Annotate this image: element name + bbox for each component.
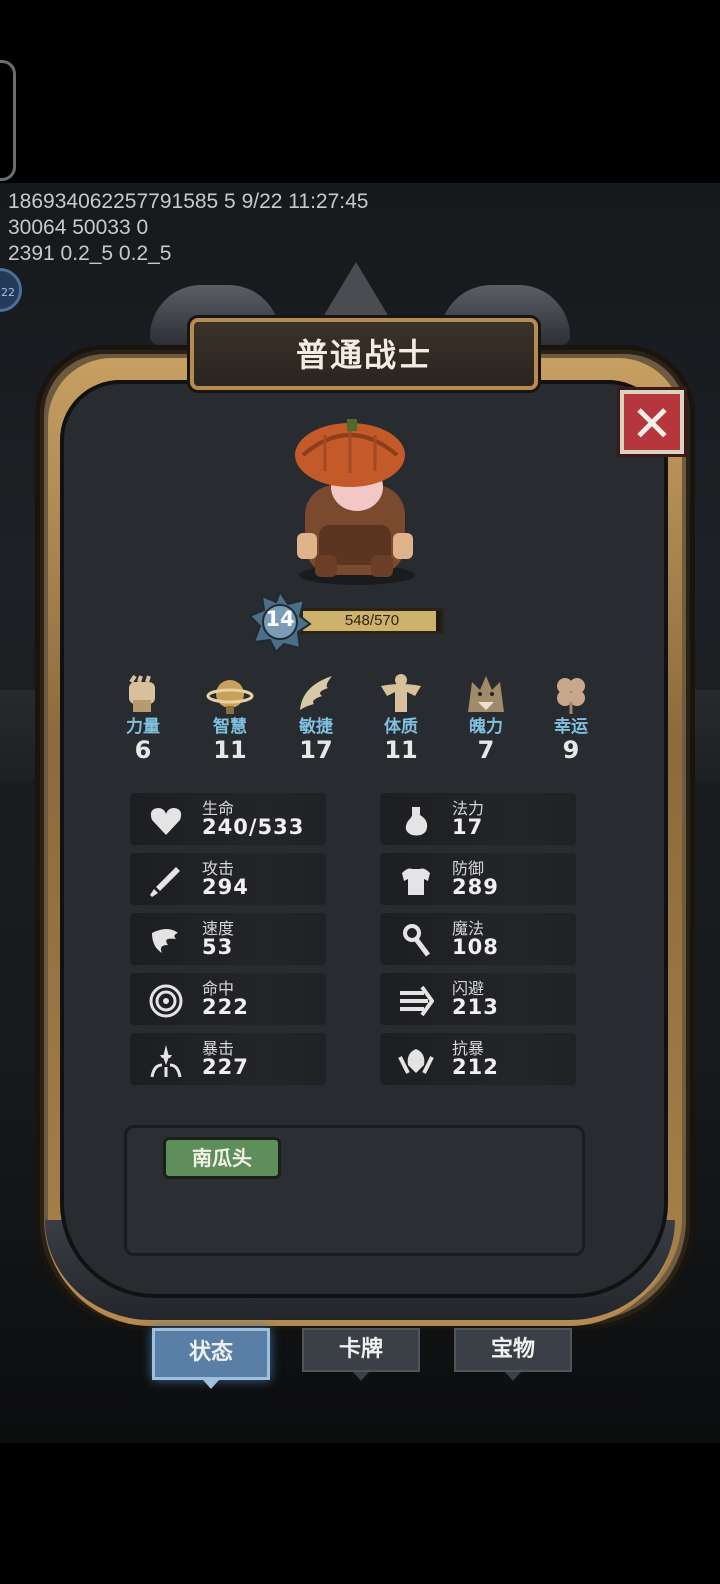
dialog-title: 普通战士	[295, 336, 432, 374]
clover-icon	[557, 678, 585, 714]
tab-status-notch	[203, 1380, 219, 1389]
tab-treasures-notch	[505, 1372, 521, 1381]
shield-icon	[398, 1049, 434, 1074]
attr-label: 力量	[126, 717, 160, 737]
dodge-icon	[400, 985, 434, 1017]
stat-value: 289	[452, 875, 499, 899]
debug-line-3: 2391 0.2_5 0.2_5	[8, 242, 172, 265]
stat-speed: 速度 53	[130, 913, 326, 965]
stat-value: 222	[202, 995, 249, 1019]
attr-value: 9	[562, 736, 580, 764]
crit-icon	[150, 1045, 182, 1078]
fist-icon	[129, 674, 155, 712]
wolf-icon	[468, 676, 504, 712]
attr-courage[interactable]: 魄力 7	[451, 672, 521, 763]
staff-icon	[403, 924, 430, 957]
armor-icon	[402, 868, 430, 895]
stat-magic: 魔法 108	[380, 913, 576, 965]
level-xp: 548/570 14	[248, 590, 453, 654]
stat-value: 53	[202, 935, 234, 959]
attr-label: 体质	[384, 717, 418, 737]
wind-icon	[152, 929, 178, 953]
stat-defense: 防御 289	[380, 853, 576, 905]
attr-label: 智慧	[213, 717, 247, 737]
potion-icon	[405, 807, 428, 836]
attr-value: 11	[213, 736, 247, 764]
close-button[interactable]: ✕	[620, 390, 684, 454]
stat-crit-resist: 抗暴 212	[380, 1033, 576, 1085]
stat-value: 227	[202, 1055, 249, 1079]
stat-value: 17	[452, 815, 484, 839]
attr-label: 幸运	[554, 717, 588, 737]
attr-constitution[interactable]: 体质 11	[366, 672, 436, 763]
attr-agility[interactable]: 敏捷 17	[281, 672, 351, 763]
trait-tag-pumpkin-head[interactable]: 南瓜头	[163, 1137, 281, 1179]
tab-cards-notch	[353, 1372, 369, 1381]
attr-wisdom[interactable]: 智慧 11	[195, 672, 265, 763]
stat-attack: 攻击 294	[130, 853, 326, 905]
stat-value: 294	[202, 875, 249, 899]
attr-value: 6	[134, 736, 152, 764]
top-pill-shape	[0, 60, 16, 181]
attr-luck[interactable]: 幸运 9	[536, 672, 606, 763]
stat-value: 212	[452, 1055, 499, 1079]
tab-status[interactable]: 状态	[152, 1328, 270, 1380]
title-banner: 普通战士	[190, 318, 538, 390]
stat-value: 240/533	[202, 815, 305, 839]
character-portrait	[295, 419, 415, 585]
target-icon	[149, 984, 183, 1018]
wing-icon	[300, 676, 332, 710]
sword-icon	[150, 867, 180, 897]
globe-icon	[206, 680, 254, 714]
debug-line-1: 186934062257791585 5 9/22 11:27:45	[8, 190, 369, 213]
heart-icon	[150, 808, 182, 835]
xp-bar: 548/570	[300, 608, 444, 634]
attr-value: 17	[299, 736, 333, 764]
stat-value: 108	[452, 935, 499, 959]
xp-text: 548/570	[344, 612, 400, 629]
attr-value: 7	[477, 736, 495, 764]
tab-cards[interactable]: 卡牌	[302, 1328, 420, 1372]
attr-label: 魄力	[469, 717, 503, 737]
close-x-icon: ✕	[631, 395, 673, 453]
stat-hp: 生命 240/533	[130, 793, 326, 845]
level-number: 14	[265, 607, 295, 631]
attr-strength[interactable]: 力量 6	[108, 672, 178, 763]
attr-label: 敏捷	[299, 717, 333, 737]
tab-treasures[interactable]: 宝物	[454, 1328, 572, 1372]
debug-line-2: 30064 50033 0	[8, 216, 149, 239]
stat-accuracy: 命中 222	[130, 973, 326, 1025]
stat-dodge: 闪避 213	[380, 973, 576, 1025]
stat-crit: 暴击 227	[130, 1033, 326, 1085]
top-spire-ornament	[320, 262, 392, 322]
stat-mana: 法力 17	[380, 793, 576, 845]
attr-value: 11	[384, 736, 418, 764]
muscle-icon	[381, 674, 421, 712]
stat-value: 213	[452, 995, 499, 1019]
